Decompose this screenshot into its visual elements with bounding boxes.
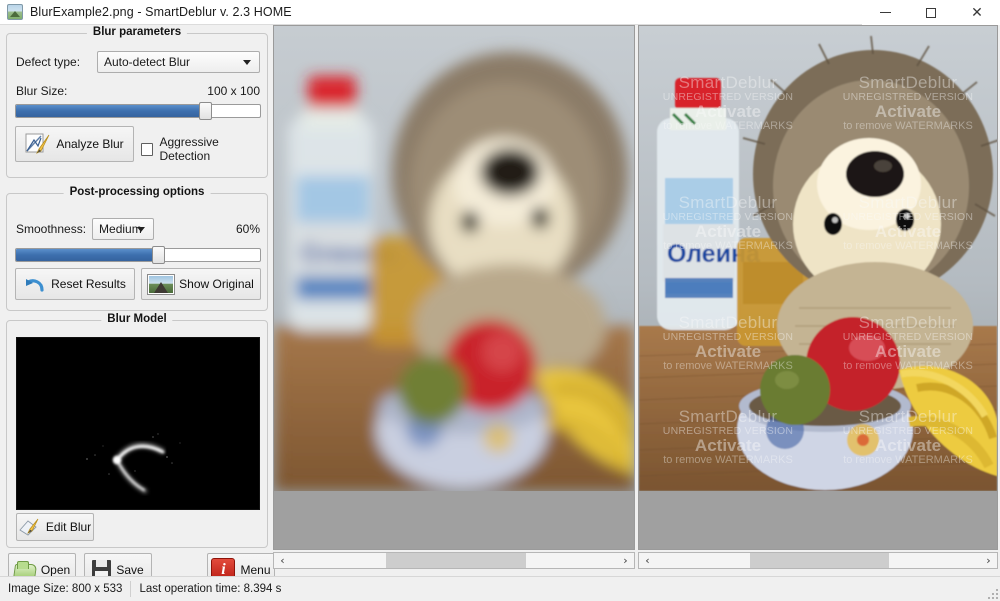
reset-results-label: Reset Results: [51, 277, 126, 291]
blur-size-slider[interactable]: [15, 102, 261, 120]
scroll-trough[interactable]: [656, 553, 980, 568]
resize-grip[interactable]: [986, 587, 998, 599]
chevron-down-icon: [243, 60, 251, 65]
defect-type-select[interactable]: Auto-detect Blur: [97, 51, 260, 73]
kernel-trajectory: [17, 338, 260, 510]
scroll-right-icon[interactable]: ›: [980, 553, 997, 568]
minimize-button[interactable]: [862, 0, 908, 25]
blur-kernel-preview[interactable]: [16, 337, 260, 510]
scroll-thumb[interactable]: [386, 553, 526, 568]
close-button[interactable]: ✕: [954, 0, 1000, 25]
slider-fill: [16, 249, 157, 261]
left-panel-hscrollbar[interactable]: ‹ ›: [273, 552, 635, 569]
app-icon: [7, 4, 23, 20]
deblurred-image-panel[interactable]: Олеина: [638, 25, 998, 550]
window-title: BlurExample2.png - SmartDeblur v. 2.3 HO…: [30, 5, 292, 19]
scroll-thumb[interactable]: [750, 553, 889, 568]
deblurred-image: Олеина: [639, 26, 997, 491]
edit-blur-label: Edit Blur: [46, 520, 91, 534]
reset-results-button[interactable]: Reset Results: [15, 268, 135, 300]
chevron-down-icon: [137, 227, 145, 232]
smoothness-label: Smoothness:: [16, 222, 86, 236]
blur-size-value: 100 x 100: [207, 84, 260, 98]
show-original-label: Show Original: [179, 277, 254, 291]
last-operation-status: Last operation time: 8.394 s: [131, 583, 289, 595]
show-original-button[interactable]: Show Original: [141, 268, 261, 300]
slider-handle[interactable]: [199, 102, 212, 120]
blurred-image-panel[interactable]: Олеина: [273, 25, 635, 550]
close-icon: ✕: [971, 6, 983, 20]
blur-size-label: Blur Size:: [16, 84, 67, 98]
blur-parameters-title: Blur parameters: [87, 26, 187, 38]
scroll-left-icon[interactable]: ‹: [274, 553, 291, 568]
right-panel-hscrollbar[interactable]: ‹ ›: [638, 552, 998, 569]
aggressive-detection-label: Aggressive Detection: [159, 135, 267, 163]
aggressive-detection-checkbox[interactable]: Aggressive Detection: [141, 135, 267, 163]
title-bar: BlurExample2.png - SmartDeblur v. 2.3 HO…: [0, 0, 1000, 25]
control-panel: Blur parameters Defect type: Auto-detect…: [0, 25, 271, 576]
photo-thumbnail-icon: [148, 275, 174, 294]
scroll-left-icon[interactable]: ‹: [639, 553, 656, 568]
analyze-blur-button[interactable]: Analyze Blur: [15, 126, 134, 162]
scroll-trough[interactable]: [291, 553, 617, 568]
post-processing-group: Post-processing options Smoothness: Medi…: [6, 193, 268, 311]
blur-model-group: Blur Model: [6, 320, 268, 548]
smartdeblur-window: BlurExample2.png - SmartDeblur v. 2.3 HO…: [0, 0, 1000, 601]
defect-type-value: Auto-detect Blur: [104, 55, 190, 69]
post-processing-title: Post-processing options: [64, 186, 211, 198]
analyze-chart-pencil-icon: [25, 133, 51, 155]
main-body: Blur parameters Defect type: Auto-detect…: [0, 25, 1000, 576]
blur-parameters-group: Blur parameters Defect type: Auto-detect…: [6, 33, 268, 178]
status-bar: Image Size: 800 x 533 Last operation tim…: [0, 576, 1000, 601]
pencil-edit-icon: [19, 518, 41, 536]
open-label: Open: [41, 563, 70, 577]
undo-arrow-icon: [24, 274, 46, 294]
menu-label: Menu: [240, 563, 270, 577]
analyze-blur-label: Analyze Blur: [56, 137, 123, 151]
edit-blur-button[interactable]: Edit Blur: [16, 513, 94, 541]
maximize-icon: [926, 8, 936, 18]
scroll-right-icon[interactable]: ›: [617, 553, 634, 568]
window-controls: ✕: [862, 0, 1000, 25]
smoothness-value: Medium: [99, 222, 142, 236]
smoothness-slider[interactable]: [15, 246, 261, 264]
smoothness-select[interactable]: Medium: [92, 218, 154, 240]
defect-type-label: Defect type:: [16, 55, 97, 69]
save-label: Save: [116, 563, 143, 577]
maximize-button[interactable]: [908, 0, 954, 25]
checkbox-icon: [141, 143, 153, 156]
blurred-image: Олеина: [274, 26, 634, 491]
slider-fill: [16, 105, 204, 117]
image-size-status: Image Size: 800 x 533: [0, 583, 130, 595]
minimize-icon: [880, 12, 891, 13]
slider-handle[interactable]: [152, 246, 165, 264]
smoothness-percent: 60%: [236, 222, 260, 236]
blur-model-title: Blur Model: [101, 313, 172, 325]
